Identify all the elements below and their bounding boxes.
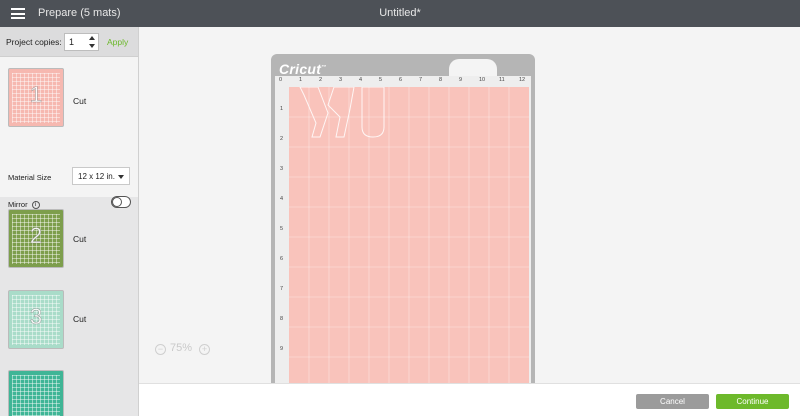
ruler-top-tick: 12 [519,77,526,83]
info-icon[interactable]: i [31,201,40,210]
menu-icon[interactable] [11,8,25,19]
ruler-top-tick: 2 [319,77,323,83]
ruler-left-tick: 7 [280,286,284,292]
ruler-left-tick: 9 [280,346,284,352]
ruler-left-tick: 6 [280,256,284,262]
ruler-top-tick: 7 [419,77,423,83]
ruler-top-tick: 0 [279,77,283,83]
design-shape-u [361,87,385,138]
ruler-top-tick: 9 [459,77,463,83]
logo-text: Cricut [279,61,322,77]
mat-preview-canvas[interactable]: Cricut™ 0 1 2 3 4 5 6 7 8 9 10 11 12 123456789 − 75%… [139,27,800,383]
ruler-top-tick: 11 [499,77,505,83]
cutting-mat: Cricut™ 0 1 2 3 4 5 6 7 8 9 10 11 12 123456789 [271,54,535,383]
material-size-value: 12 x 12 in. [78,172,115,181]
chevron-down-icon [118,175,124,179]
mat-thumbnail[interactable]: 3 [8,290,64,349]
cancel-button[interactable]: Cancel [636,394,709,409]
material-size-select[interactable]: 12 x 12 in. [72,167,130,185]
zoom-control: − 75% + [155,341,212,359]
ruler-left-tick: 2 [280,136,284,142]
design-shape-y1 [299,87,329,138]
ruler-top-tick: 1 [299,77,303,83]
design-shapes[interactable] [298,87,388,159]
zoom-out-icon[interactable]: − [155,344,166,355]
project-copies-row: Project copies: 1 Apply [0,27,138,57]
ruler-top-tick: 10 [479,77,486,83]
mat-surface [289,87,529,383]
mirror-toggle[interactable] [111,196,131,208]
zoom-level: 75% [170,342,193,354]
stepper-down-icon[interactable] [89,44,95,48]
mat-thumbnail[interactable]: 2 [8,209,64,268]
mat-item-selected[interactable]: 1 Cut Material Size 12 x 12 in. Mirror i [0,57,138,210]
ruler-top-tick: 8 [439,77,443,83]
ruler-left-tick: 1 [280,106,284,112]
mat-number: 1 [29,82,43,108]
page-title: Prepare (5 mats) [38,7,121,19]
zoom-in-icon[interactable]: + [199,344,210,355]
ruler-top-tick: 5 [379,77,383,83]
ruler-left-tick: 8 [280,316,284,322]
mat-operation-label: Cut [73,314,87,324]
footer-bar: Cancel Continue [139,383,800,416]
ruler-left-tick: 3 [280,166,284,172]
mat-ruler-area: 0 1 2 3 4 5 6 7 8 9 10 11 12 123456789 [275,76,531,383]
mat-thumbnail[interactable] [8,370,64,416]
mat-operation-label: Cut [73,234,87,244]
apply-button[interactable]: Apply [107,37,128,47]
mirror-label-text: Mirror [8,200,28,209]
mat-handle [449,59,497,77]
project-copies-label: Project copies: [6,37,62,47]
continue-button[interactable]: Continue [716,394,789,409]
mat-operation-label: Cut [73,96,87,106]
mat-number: 3 [29,304,43,330]
mats-sidebar: Project copies: 1 Apply 1 Cut Material S… [0,27,139,416]
top-bar: Prepare (5 mats) Untitled* [0,0,800,27]
copies-stepper[interactable] [88,34,97,50]
ruler-left-tick: 4 [280,196,284,202]
ruler-left-tick: 5 [280,226,284,232]
stepper-up-icon[interactable] [89,36,95,40]
toggle-knob [112,197,122,207]
mirror-label: Mirror i [8,200,40,210]
mat-thumbnail-grid [12,375,60,416]
ruler-top-tick: 3 [339,77,343,83]
material-size-label: Material Size [8,173,52,182]
ruler-top-tick: 6 [399,77,403,83]
cricut-logo: Cricut™ [279,61,327,77]
ruler-top-tick: 4 [359,77,363,83]
mat-number: 2 [29,223,43,249]
mat-thumbnail[interactable]: 1 [8,68,64,127]
design-shape-y2 [327,87,355,138]
